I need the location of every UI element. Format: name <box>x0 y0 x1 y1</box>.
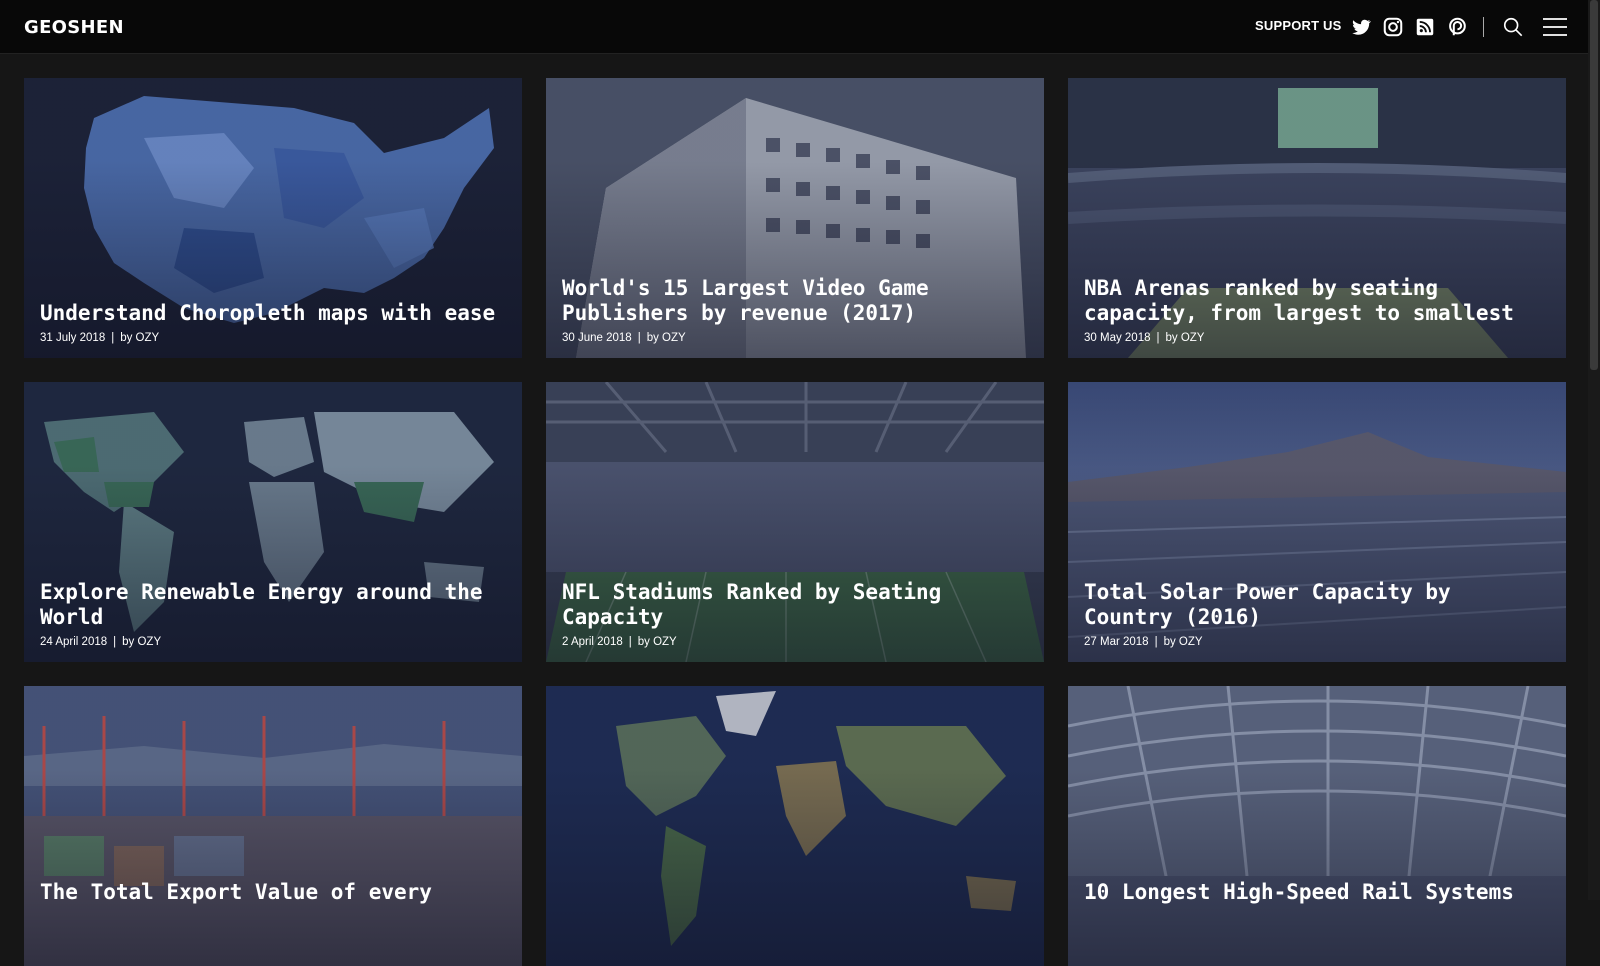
rss-icon[interactable] <box>1414 16 1436 38</box>
card-title[interactable]: Total Solar Power Capacity by Country (2… <box>1084 580 1550 630</box>
card-title[interactable]: Understand Choropleth maps with ease <box>40 301 506 326</box>
meta-separator: | <box>113 636 117 648</box>
top-navbar: GEOSHEN SUPPORT US <box>0 0 1588 54</box>
card-date: 27 Mar 2018 <box>1084 636 1149 648</box>
card-overlay <box>546 686 1044 966</box>
twitter-icon[interactable] <box>1350 16 1372 38</box>
card-meta: 30 May 2018 | by OZY <box>1084 332 1550 344</box>
meta-separator: | <box>637 332 641 344</box>
article-card-nba-arenas[interactable]: NBA Arenas ranked by seating capacity, f… <box>1068 78 1566 358</box>
card-title[interactable]: The Total Export Value of every <box>40 880 506 905</box>
page-scrollbar[interactable] <box>1588 0 1600 900</box>
card-date: 2 April 2018 <box>562 636 623 648</box>
card-meta: 27 Mar 2018 | by OZY <box>1084 636 1550 648</box>
card-title[interactable]: Explore Renewable Energy around the Worl… <box>40 580 506 630</box>
card-info: NFL Stadiums Ranked by Seating Capacity … <box>562 580 1028 648</box>
card-author[interactable]: by OZY <box>1164 636 1203 648</box>
instagram-icon[interactable] <box>1382 16 1404 38</box>
article-card-choropleth[interactable]: Understand Choropleth maps with ease 31 … <box>24 78 522 358</box>
meta-separator: | <box>1156 332 1160 344</box>
meta-separator: | <box>1154 636 1158 648</box>
card-title[interactable]: NBA Arenas ranked by seating capacity, f… <box>1084 276 1550 326</box>
card-info: Understand Choropleth maps with ease 31 … <box>40 301 506 344</box>
patreon-icon[interactable] <box>1446 16 1468 38</box>
article-card-export-value[interactable]: The Total Export Value of every <box>24 686 522 966</box>
card-author[interactable]: by OZY <box>1166 332 1205 344</box>
card-info: Explore Renewable Energy around the Worl… <box>40 580 506 648</box>
card-title[interactable]: 10 Longest High-Speed Rail Systems <box>1084 880 1550 905</box>
card-overlay <box>1068 686 1566 966</box>
card-title[interactable]: NFL Stadiums Ranked by Seating Capacity <box>562 580 1028 630</box>
card-meta: 24 April 2018 | by OZY <box>40 636 506 648</box>
meta-separator: | <box>628 636 632 648</box>
card-info: The Total Export Value of every <box>40 880 506 911</box>
card-author[interactable]: by OZY <box>638 636 677 648</box>
card-author[interactable]: by OZY <box>647 332 686 344</box>
search-icon[interactable] <box>1502 16 1524 38</box>
support-us-link[interactable]: SUPPORT US <box>1255 18 1342 33</box>
article-card-nfl-stadiums[interactable]: NFL Stadiums Ranked by Seating Capacity … <box>546 382 1044 662</box>
card-author[interactable]: by OZY <box>122 636 161 648</box>
card-info: Total Solar Power Capacity by Country (2… <box>1084 580 1550 648</box>
header-divider <box>1483 17 1484 37</box>
article-card-world-map[interactable] <box>546 686 1044 966</box>
card-author[interactable]: by OZY <box>120 332 159 344</box>
card-date: 30 May 2018 <box>1084 332 1151 344</box>
menu-icon[interactable] <box>1542 16 1568 38</box>
card-info: World's 15 Largest Video Game Publishers… <box>562 276 1028 344</box>
card-meta: 31 July 2018 | by OZY <box>40 332 506 344</box>
article-card-video-game-publishers[interactable]: World's 15 Largest Video Game Publishers… <box>546 78 1044 358</box>
card-info: 10 Longest High-Speed Rail Systems <box>1084 880 1550 911</box>
card-title[interactable]: World's 15 Largest Video Game Publishers… <box>562 276 1028 326</box>
card-date: 30 June 2018 <box>562 332 632 344</box>
site-logo[interactable]: GEOSHEN <box>24 17 124 38</box>
meta-separator: | <box>111 332 115 344</box>
card-date: 31 July 2018 <box>40 332 106 344</box>
card-date: 24 April 2018 <box>40 636 108 648</box>
article-card-solar-power[interactable]: Total Solar Power Capacity by Country (2… <box>1068 382 1566 662</box>
card-overlay <box>24 686 522 966</box>
card-meta: 2 April 2018 | by OZY <box>562 636 1028 648</box>
card-info: NBA Arenas ranked by seating capacity, f… <box>1084 276 1550 344</box>
card-meta: 30 June 2018 | by OZY <box>562 332 1028 344</box>
article-card-high-speed-rail[interactable]: 10 Longest High-Speed Rail Systems <box>1068 686 1566 966</box>
article-card-renewable-energy[interactable]: Explore Renewable Energy around the Worl… <box>24 382 522 662</box>
scrollbar-thumb[interactable] <box>1590 0 1598 370</box>
